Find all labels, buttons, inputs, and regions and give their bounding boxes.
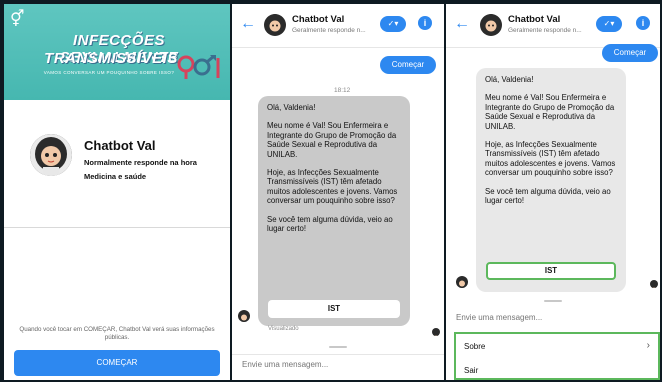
- message-intro: Meu nome é Val! Sou Enfermeira e Integra…: [267, 121, 397, 159]
- message-composer[interactable]: [232, 354, 444, 378]
- menu-item-exit[interactable]: Sair: [464, 366, 478, 375]
- message-input[interactable]: [242, 360, 422, 369]
- quick-reply-ist[interactable]: IST: [486, 262, 616, 280]
- quick-reply-ist[interactable]: IST: [268, 300, 400, 318]
- message-input[interactable]: [456, 313, 636, 322]
- back-arrow-icon[interactable]: ←: [240, 16, 256, 32]
- cover-banner: ⚥ INFECÇÕES SEXUALMENTE TRANSMISSÍVEIS V…: [4, 4, 230, 100]
- chat-subtitle: Geralmente responde n...: [508, 27, 582, 34]
- start-message-button[interactable]: Começar: [380, 56, 436, 74]
- gender-symbols-icon: [177, 54, 220, 79]
- message-greeting: Olá, Valdenia!: [267, 103, 316, 112]
- message-closing: Se você tem alguma dúvida, veio ao lugar…: [485, 186, 611, 206]
- avatar[interactable]: [264, 14, 286, 36]
- info-icon[interactable]: i: [636, 16, 650, 30]
- seen-status: Visualizado: [268, 326, 299, 332]
- message-greeting: Olá, Valdenia!: [485, 75, 534, 84]
- bot-avatar: [238, 310, 250, 322]
- grab-handle[interactable]: [329, 346, 347, 348]
- start-button[interactable]: COMEÇAR: [14, 350, 220, 376]
- chat-title: Chatbot Val: [292, 14, 345, 25]
- message-ist: Hoje, as Infecções Sexualmente Transmiss…: [267, 168, 398, 206]
- empty-area: [4, 229, 230, 321]
- message-bubble: Olá, Valdenia! Meu nome é Val! Sou Enfer…: [258, 96, 410, 326]
- message-ist: Hoje, as Infecções Sexualmente Transmiss…: [485, 140, 616, 178]
- message-closing: Se você tem alguma dúvida, veio ao lugar…: [267, 214, 393, 234]
- bot-avatar: [456, 276, 468, 288]
- profile-response-time: Normalmente responde na hora: [84, 158, 197, 167]
- menu-item-about[interactable]: Sobre: [464, 342, 485, 351]
- info-icon[interactable]: i: [418, 16, 432, 30]
- grab-handle[interactable]: [544, 300, 562, 302]
- panel-chat-menu: ← Chatbot Val Geralmente responde n... ✓…: [446, 4, 660, 380]
- options-menu: Sobre › Sair: [454, 332, 660, 380]
- message-bubble: Olá, Valdenia! Meu nome é Val! Sou Enfer…: [476, 68, 626, 292]
- chat-subtitle: Geralmente responde n...: [292, 27, 366, 34]
- back-arrow-icon[interactable]: ←: [454, 16, 470, 32]
- chat-title: Chatbot Val: [508, 14, 561, 25]
- status-toggle[interactable]: ✓▾: [380, 16, 406, 32]
- start-message-button[interactable]: Começar: [602, 44, 658, 62]
- seen-avatar: [650, 280, 658, 288]
- chevron-right-icon[interactable]: ›: [647, 340, 650, 351]
- avatar: [30, 134, 72, 176]
- message-composer[interactable]: [446, 308, 660, 332]
- profile-category: Medicina e saúde: [84, 172, 147, 181]
- profile-name: Chatbot Val: [84, 138, 156, 153]
- privacy-notice: Quando você tocar em COMEÇAR, Chatbot Va…: [19, 326, 215, 341]
- message-timestamp: 18:12: [334, 87, 351, 94]
- profile-card: Chatbot Val Normalmente responde na hora…: [4, 100, 230, 228]
- banner-subtitle: VAMOS CONVERSAR UM POUQUINHO SOBRE ISSO?: [43, 70, 175, 75]
- seen-avatar: [432, 328, 440, 336]
- venus-mars-icon: ⚥: [10, 11, 25, 28]
- avatar[interactable]: [480, 14, 502, 36]
- panel-chatbot-welcome: ⚥ INFECÇÕES SEXUALMENTE TRANSMISSÍVEIS V…: [4, 4, 230, 380]
- message-intro: Meu nome é Val! Sou Enfermeira e Integra…: [485, 93, 615, 131]
- chat-header: ← Chatbot Val Geralmente responde n... ✓…: [232, 4, 444, 48]
- chat-header: ← Chatbot Val Geralmente responde n... ✓…: [446, 4, 660, 48]
- panel-chat-conversation: ← Chatbot Val Geralmente responde n... ✓…: [232, 4, 444, 380]
- screenshot-composite: ⚥ INFECÇÕES SEXUALMENTE TRANSMISSÍVEIS V…: [0, 0, 662, 382]
- status-toggle[interactable]: ✓▾: [596, 16, 622, 32]
